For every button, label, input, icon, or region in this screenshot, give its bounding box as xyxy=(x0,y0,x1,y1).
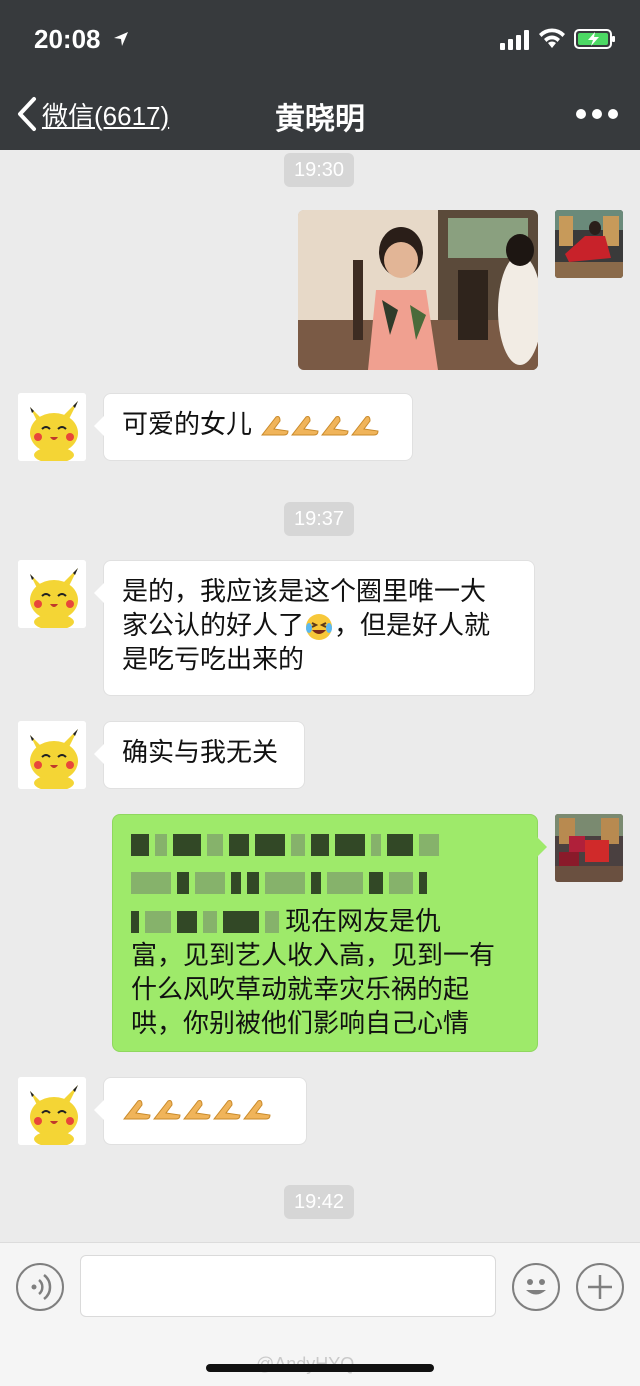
home-indicator[interactable] xyxy=(206,1364,434,1372)
message-text: 确实与我无关 xyxy=(122,738,279,768)
pikachu-avatar-image xyxy=(18,721,86,789)
plus-button[interactable] xyxy=(576,1263,624,1311)
emoji-icon xyxy=(526,1279,546,1295)
message-text-line: 家公认的好人了 ，但是好人就 xyxy=(122,609,516,643)
message-text-line: 是的，我应该是这个圈里唯一大 xyxy=(122,577,487,607)
laughing-tears-emoji xyxy=(306,613,333,640)
pikachu-avatar-image xyxy=(18,560,86,628)
pixelated-text-line xyxy=(131,829,519,861)
pikachu-avatar-image xyxy=(18,1077,86,1145)
message-bubble[interactable]: 可爱的女儿 xyxy=(94,393,413,461)
folded-hands-emoji xyxy=(291,415,319,435)
more-dots-icon[interactable] xyxy=(574,102,620,126)
folded-hands-emoji xyxy=(261,415,289,435)
chat-area[interactable]: 19:30 可爱的女儿 19:37 是的，我应该是这个圈里唯一大 家公认的好人了… xyxy=(0,150,640,1242)
folded-hands-emoji xyxy=(122,1099,151,1119)
photo-image xyxy=(298,210,538,370)
folded-hands-emoji xyxy=(242,1099,271,1119)
message-text: 可爱的女儿 xyxy=(122,410,253,440)
self-avatar-image xyxy=(555,210,623,278)
pikachu-avatar-image xyxy=(18,393,86,461)
contact-avatar[interactable] xyxy=(18,1077,86,1145)
message-text-line: 富，见到艺人收入高，见到一有 xyxy=(131,941,496,971)
nav-bar: 微信(6617) 黄晓明 xyxy=(0,86,640,142)
message-text-line: 是吃亏吃出来的 xyxy=(122,645,305,675)
folded-hands-emoji xyxy=(152,1099,181,1119)
status-bar: 20:08 xyxy=(0,0,640,76)
message-input[interactable] xyxy=(80,1255,496,1317)
self-avatar-image-blurred xyxy=(555,814,623,882)
folded-hands-emoji xyxy=(212,1099,241,1119)
timestamp: 19:37 xyxy=(284,502,355,536)
signal-icon xyxy=(500,30,529,50)
status-time: 20:08 xyxy=(34,24,101,54)
message-text-segment: 家公认的好人了 xyxy=(122,611,305,641)
folded-hands-emoji xyxy=(321,415,349,435)
voice-icon xyxy=(31,1274,52,1300)
emoji-button[interactable] xyxy=(512,1263,560,1311)
input-bar xyxy=(0,1242,640,1330)
sent-photo[interactable] xyxy=(298,210,538,370)
self-avatar[interactable] xyxy=(555,210,623,278)
timestamp: 19:30 xyxy=(284,153,355,187)
message-text-line: 什么风吹草动就幸灾乐祸的起 xyxy=(131,975,470,1005)
message-text-segment: ，但是好人就 xyxy=(334,611,491,641)
contact-avatar[interactable] xyxy=(18,560,86,628)
chevron-left-icon xyxy=(18,97,36,131)
folded-hands-emoji xyxy=(351,415,379,435)
plus-icon xyxy=(588,1275,612,1299)
message-bubble-sent[interactable]: 现在网友是仇 富，见到艺人收入高，见到一有 什么风吹草动就幸灾乐祸的起 哄，你别… xyxy=(112,814,547,1052)
header: 20:08 微信(6617) 黄晓明 xyxy=(0,0,640,150)
pixelated-text-line xyxy=(131,867,519,899)
wifi-icon xyxy=(539,28,565,48)
timestamp: 19:42 xyxy=(284,1185,355,1219)
back-label: 微信(6617) xyxy=(42,100,170,131)
back-button[interactable]: 微信(6617) xyxy=(14,92,169,136)
battery-charging-icon xyxy=(574,29,615,49)
location-arrow-icon xyxy=(114,32,128,46)
message-text-line: 哄，你别被他们影响自己心情 xyxy=(131,1009,470,1039)
bottom-safe-area: @AndyHYQ xyxy=(0,1330,640,1386)
message-bubble[interactable]: 确实与我无关 xyxy=(94,721,305,789)
message-text-line: 现在网友是仇 xyxy=(131,905,519,939)
folded-hands-emoji xyxy=(182,1099,211,1119)
message-bubble[interactable] xyxy=(94,1077,307,1145)
message-text-segment: 现在网友是仇 xyxy=(285,907,442,937)
self-avatar[interactable] xyxy=(555,814,623,882)
contact-avatar[interactable] xyxy=(18,721,86,789)
chat-title: 黄晓明 xyxy=(275,102,365,137)
message-bubble[interactable]: 是的，我应该是这个圈里唯一大 家公认的好人了 ，但是好人就 是吃亏吃出来的 xyxy=(94,560,535,696)
voice-button[interactable] xyxy=(16,1263,64,1311)
contact-avatar[interactable] xyxy=(18,393,86,461)
